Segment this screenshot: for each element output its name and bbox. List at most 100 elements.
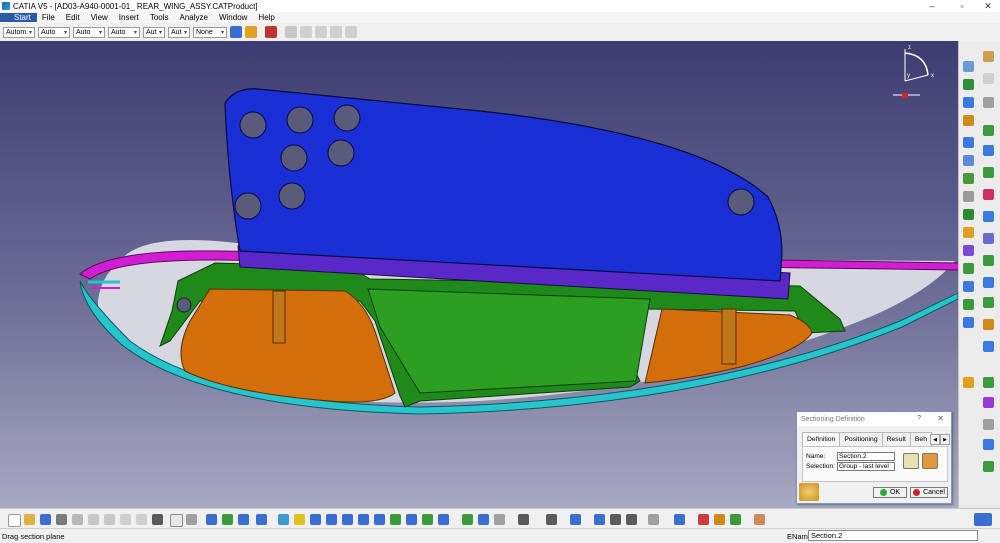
tools-icon[interactable] xyxy=(610,514,621,525)
new-icon[interactable] xyxy=(8,514,21,527)
format-painter-icon[interactable] xyxy=(245,26,257,38)
material-icon[interactable] xyxy=(698,514,709,525)
menu-window[interactable]: Window xyxy=(214,13,253,22)
restore-button[interactable]: ▫ xyxy=(950,0,974,12)
fill-color-combo[interactable]: Autom. ▾ xyxy=(3,26,35,38)
link-icon[interactable] xyxy=(983,51,994,62)
apply-material-icon[interactable] xyxy=(714,514,725,525)
camera-icon[interactable] xyxy=(546,514,557,525)
save-icon[interactable] xyxy=(40,514,51,525)
dialog-close-button[interactable]: ✕ xyxy=(937,414,944,423)
tab-positioning[interactable]: Positioning xyxy=(839,432,883,447)
zoom-out-icon[interactable] xyxy=(358,514,369,525)
menu-start[interactable]: Start xyxy=(0,13,37,22)
filter-icon[interactable] xyxy=(494,514,505,525)
update-icon[interactable] xyxy=(315,26,327,38)
lock-icon[interactable] xyxy=(626,514,637,525)
chevron-left-icon[interactable]: ◀ xyxy=(930,434,940,445)
ruler-icon[interactable] xyxy=(330,26,342,38)
zoom-in-icon[interactable] xyxy=(342,514,353,525)
annotation-text-icon[interactable] xyxy=(983,189,994,200)
undo-icon[interactable] xyxy=(120,514,131,525)
swap-space-icon[interactable] xyxy=(438,514,449,525)
bill-of-material-icon[interactable] xyxy=(983,145,994,156)
formula-icon[interactable] xyxy=(983,377,994,388)
ok-button[interactable]: OK xyxy=(873,487,907,498)
print-icon[interactable] xyxy=(56,514,67,525)
layer-combo[interactable]: None ▾ xyxy=(193,26,227,38)
hide-icon[interactable] xyxy=(422,514,433,525)
catalog-browser-icon[interactable] xyxy=(462,514,473,525)
clash-icon[interactable] xyxy=(963,209,974,220)
selection-field[interactable]: Group - last level xyxy=(837,462,895,471)
scene-manager-icon[interactable] xyxy=(983,319,994,330)
text-icon[interactable] xyxy=(983,233,994,244)
transparency-combo[interactable]: Auto ▾ xyxy=(38,26,70,38)
snap-icon[interactable] xyxy=(963,173,974,184)
catalog-icon[interactable] xyxy=(983,297,994,308)
clash-analysis-icon[interactable] xyxy=(983,167,994,178)
distance-icon[interactable] xyxy=(963,245,974,256)
macro-icon[interactable] xyxy=(265,26,277,38)
line-thickness-combo[interactable]: Auto ▾ xyxy=(73,26,105,38)
menu-help[interactable]: Help xyxy=(253,13,280,22)
tab-definition[interactable]: Definition xyxy=(802,432,841,447)
open-icon[interactable] xyxy=(24,514,35,525)
move-icon[interactable] xyxy=(963,155,974,166)
copy-icon[interactable] xyxy=(88,514,99,525)
menu-analyze[interactable]: Analyze xyxy=(175,13,214,22)
tool-icon[interactable] xyxy=(983,419,994,430)
comment-icon[interactable] xyxy=(186,514,197,525)
normal-view-icon[interactable] xyxy=(374,514,385,525)
menu-insert[interactable]: Insert xyxy=(114,13,145,22)
grid-icon[interactable] xyxy=(754,514,765,525)
edit-selection-icon[interactable] xyxy=(922,453,938,469)
grid-icon[interactable] xyxy=(983,439,994,450)
menu-view[interactable]: View xyxy=(86,13,114,22)
search-icon[interactable] xyxy=(478,514,489,525)
menu-tools[interactable]: Tools xyxy=(145,13,175,22)
linetype-combo[interactable]: Auto ▾ xyxy=(108,26,140,38)
grid-icon[interactable] xyxy=(345,26,357,38)
chevron-right-icon[interactable]: ▶ xyxy=(940,434,950,445)
gear-icon[interactable] xyxy=(983,97,994,108)
structure-icon[interactable] xyxy=(983,341,994,352)
annotation-icon[interactable] xyxy=(963,299,974,310)
explode-icon[interactable] xyxy=(963,191,974,202)
close-window-button[interactable]: ✕ xyxy=(976,0,1000,12)
cut-icon[interactable] xyxy=(72,514,83,525)
redo-icon[interactable] xyxy=(136,514,147,525)
link-icon[interactable] xyxy=(648,514,659,525)
name-field[interactable]: Section.2 xyxy=(837,452,895,461)
tab-result[interactable]: Result xyxy=(881,432,911,447)
pan-icon[interactable] xyxy=(310,514,321,525)
undo-icon[interactable] xyxy=(285,26,297,38)
law-icon[interactable] xyxy=(983,397,994,408)
tree-expand-icon[interactable] xyxy=(222,514,233,525)
rotate-icon[interactable] xyxy=(326,514,337,525)
menu-file[interactable]: File xyxy=(37,13,61,22)
param-icon[interactable] xyxy=(983,461,994,472)
measure-icon[interactable] xyxy=(963,317,974,328)
volume-cut-icon[interactable] xyxy=(903,453,919,469)
fit-all-icon[interactable] xyxy=(294,514,305,525)
render-style-icon[interactable] xyxy=(406,514,417,525)
whats-this-icon[interactable] xyxy=(152,514,163,525)
cube-icon[interactable] xyxy=(674,514,685,525)
rendering-style-combo[interactable]: Aut ▾ xyxy=(168,26,190,38)
catalog-icon[interactable] xyxy=(206,514,217,525)
point-symbol-combo[interactable]: Aut ▾ xyxy=(143,26,165,38)
product-icon[interactable] xyxy=(570,514,581,525)
part-icon[interactable] xyxy=(963,115,974,126)
tab-behavior[interactable]: Beh xyxy=(909,432,932,447)
scene-icon[interactable] xyxy=(963,263,974,274)
analysis-icon[interactable] xyxy=(983,125,994,136)
hide-show-icon[interactable] xyxy=(256,514,267,525)
help-button[interactable]: ? xyxy=(917,415,921,422)
ename-input[interactable]: Section.2 xyxy=(808,530,978,541)
assembly-icon[interactable] xyxy=(594,514,605,525)
view-icon[interactable] xyxy=(983,277,994,288)
tree-icon[interactable] xyxy=(963,61,974,72)
flag-icon[interactable] xyxy=(983,255,994,266)
component-icon[interactable] xyxy=(963,97,974,108)
